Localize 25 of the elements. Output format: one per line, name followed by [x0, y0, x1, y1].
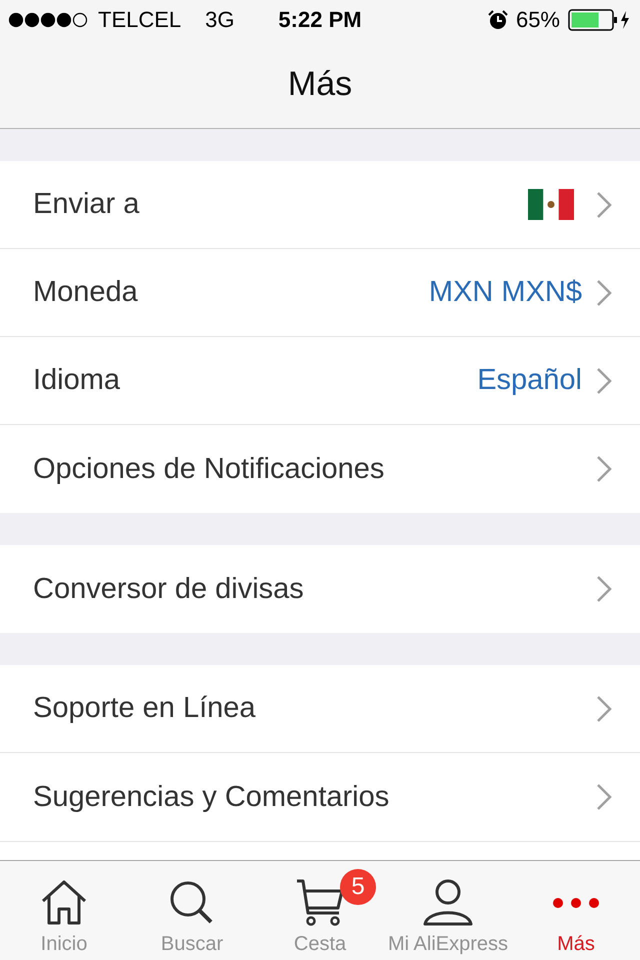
chevron-icon [596, 366, 612, 394]
person-icon [422, 879, 474, 927]
flag-icon [528, 189, 574, 220]
carrier-name: TELCEL [98, 7, 182, 33]
alarm-icon [488, 10, 508, 30]
battery-icon [568, 9, 632, 31]
battery-percent: 65% [516, 7, 560, 33]
row-value: MXN MXN$ [428, 276, 582, 309]
tab-item[interactable]: Cesta 5 [256, 861, 384, 960]
chevron-icon [596, 190, 612, 218]
screen-title: Más [288, 64, 352, 104]
signal-icon [8, 12, 88, 28]
network-type: 3G [205, 7, 235, 33]
count-badge: 5 [340, 869, 376, 905]
row-value: Español [477, 364, 582, 397]
chevron-icon [596, 575, 612, 603]
cart-icon [295, 879, 345, 927]
chevron-icon [596, 783, 612, 811]
clock-time: 5:22 PM [278, 7, 362, 32]
more-icon [552, 898, 600, 908]
tab-item[interactable]: Más [512, 861, 640, 960]
chevron-icon [596, 455, 612, 483]
chevron-icon [596, 278, 612, 306]
home-icon [39, 879, 89, 927]
chevron-icon [596, 694, 612, 722]
